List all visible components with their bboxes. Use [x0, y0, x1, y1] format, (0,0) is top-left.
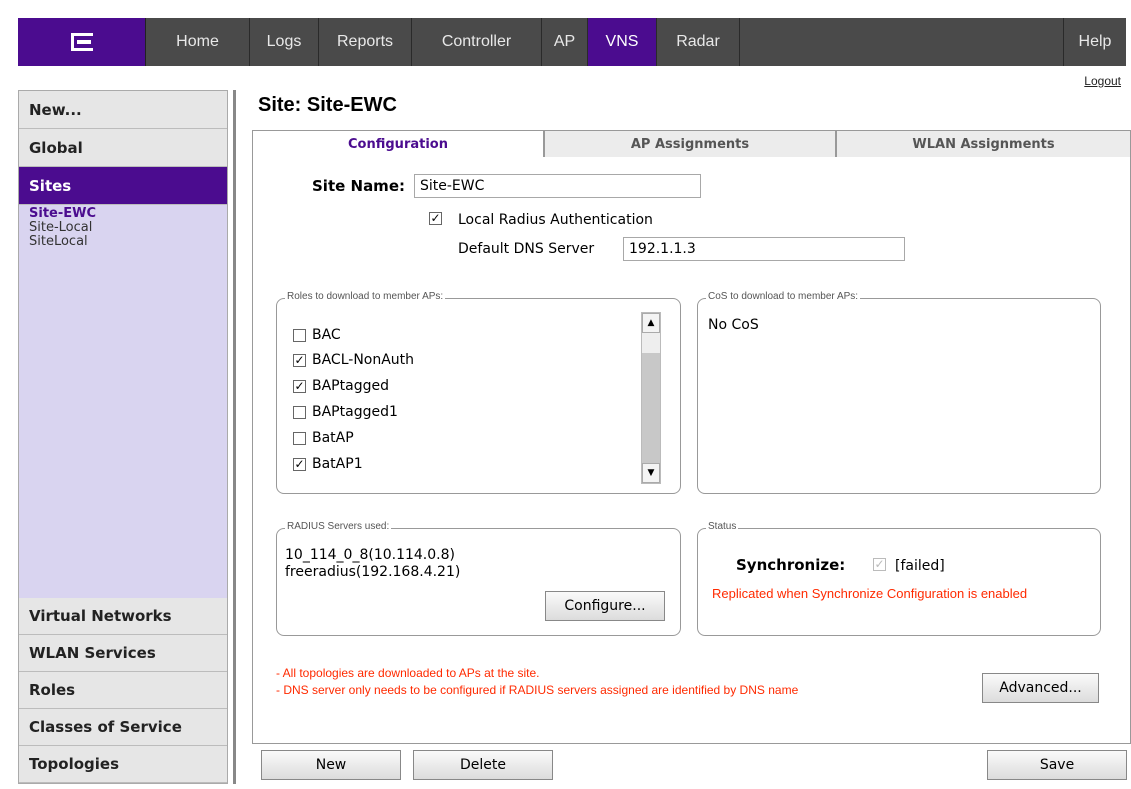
site-name-input[interactable]: Site-EWC [414, 174, 701, 198]
bottom-actions: New Delete Save [252, 744, 1131, 784]
status-legend: Status [706, 521, 739, 532]
save-button[interactable]: Save [987, 750, 1127, 780]
local-radius-label: Local Radius Authentication [458, 212, 653, 228]
sidebar-item-roles[interactable]: Roles [19, 672, 227, 709]
radius-server-item: 10_114_0_8(10.114.0.8) [285, 547, 455, 563]
nav-tab-radar[interactable]: Radar [657, 18, 740, 66]
role-checkbox[interactable]: ✓ [293, 379, 306, 393]
sidebar-divider [233, 90, 236, 784]
tab-configuration[interactable]: Configuration [252, 130, 544, 158]
site-name-label: Site Name: [312, 177, 405, 195]
site-item[interactable]: Site-EWC [29, 207, 217, 221]
logo-icon [70, 33, 93, 51]
brand-logo[interactable] [18, 18, 146, 66]
note-dns: - DNS server only needs to be configured… [276, 683, 799, 697]
status-group: Status Synchronize: ✓ [failed] Replicate… [697, 521, 1101, 636]
nav-tab-reports[interactable]: Reports [319, 18, 412, 66]
sidebar-item-global[interactable]: Global [19, 129, 227, 167]
radius-server-item: freeradius(192.168.4.21) [285, 564, 461, 580]
new-button[interactable]: New [261, 750, 401, 780]
logout-link[interactable]: Logout [1084, 74, 1121, 88]
cos-value: No CoS [708, 317, 759, 333]
radius-legend: RADIUS Servers used: [285, 521, 392, 532]
role-item[interactable]: BAPtagged1 [293, 404, 398, 420]
content-tabs: Configuration AP Assignments WLAN Assign… [252, 130, 1131, 158]
role-checkbox[interactable]: ✓ [293, 353, 306, 367]
role-item[interactable]: BAC [293, 327, 341, 343]
sync-note: Replicated when Synchronize Configuratio… [712, 586, 1028, 601]
tab-wlan-assignments[interactable]: WLAN Assignments [836, 130, 1131, 158]
top-nav: Home Logs Reports Controller AP VNS Rada… [18, 18, 1126, 66]
dns-server-input[interactable]: 192.1.1.3 [623, 237, 905, 261]
cos-group: CoS to download to member APs: No CoS [697, 291, 1101, 494]
sidebar: New... Global Sites Site-EWC Site-Local … [18, 90, 228, 784]
sidebar-item-sites[interactable]: Sites [19, 167, 227, 205]
tab-ap-assignments[interactable]: AP Assignments [544, 130, 836, 158]
role-checkbox[interactable]: ✓ [293, 457, 306, 471]
synchronize-state: [failed] [895, 558, 945, 574]
advanced-button[interactable]: Advanced... [982, 673, 1099, 703]
role-item[interactable]: BatAP [293, 430, 354, 446]
note-topologies: - All topologies are downloaded to APs a… [276, 666, 540, 680]
sidebar-item-virtual-networks[interactable]: Virtual Networks [19, 598, 227, 635]
roles-legend: Roles to download to member APs: [285, 291, 446, 302]
role-item[interactable]: ✓ BACL-NonAuth [293, 352, 414, 368]
cos-legend: CoS to download to member APs: [706, 291, 861, 302]
site-item[interactable]: Site-Local [29, 221, 217, 235]
local-radius-checkbox[interactable]: ✓ [429, 212, 442, 225]
sidebar-item-wlan-services[interactable]: WLAN Services [19, 635, 227, 672]
page-title: Site: Site-EWC [258, 94, 397, 116]
scroll-up-icon[interactable]: ▲ [642, 313, 660, 333]
role-item[interactable]: ✓ BatAP1 [293, 456, 363, 472]
scroll-down-icon[interactable]: ▼ [642, 463, 660, 483]
site-item[interactable]: SiteLocal [29, 235, 217, 249]
roles-group: Roles to download to member APs: BAC ✓ BA… [276, 291, 681, 494]
roles-scrollbar[interactable]: ▲ ▼ [641, 312, 661, 484]
sites-list: Site-EWC Site-Local SiteLocal [19, 205, 227, 251]
nav-tab-home[interactable]: Home [146, 18, 250, 66]
synchronize-checkbox: ✓ [873, 557, 886, 571]
scroll-thumb[interactable] [642, 353, 660, 463]
nav-help[interactable]: Help [1064, 18, 1126, 66]
role-checkbox[interactable] [293, 328, 306, 342]
nav-tab-vns[interactable]: VNS [588, 18, 657, 66]
configuration-panel: Site Name: Site-EWC ✓ Local Radius Authe… [252, 157, 1131, 744]
role-item[interactable]: ✓ BAPtagged [293, 378, 389, 394]
nav-tab-controller[interactable]: Controller [412, 18, 542, 66]
sidebar-item-new[interactable]: New... [19, 91, 227, 129]
nav-tab-ap[interactable]: AP [542, 18, 588, 66]
dns-label: Default DNS Server [458, 241, 595, 257]
role-checkbox[interactable] [293, 405, 306, 419]
delete-button[interactable]: Delete [413, 750, 553, 780]
sidebar-item-topologies[interactable]: Topologies [19, 746, 227, 783]
sidebar-item-classes-of-service[interactable]: Classes of Service [19, 709, 227, 746]
radius-group: RADIUS Servers used: 10_114_0_8(10.114.0… [276, 521, 681, 636]
synchronize-label: Synchronize: [736, 556, 846, 574]
role-checkbox[interactable] [293, 431, 306, 445]
configure-button[interactable]: Configure... [545, 591, 665, 621]
nav-tab-logs[interactable]: Logs [250, 18, 319, 66]
